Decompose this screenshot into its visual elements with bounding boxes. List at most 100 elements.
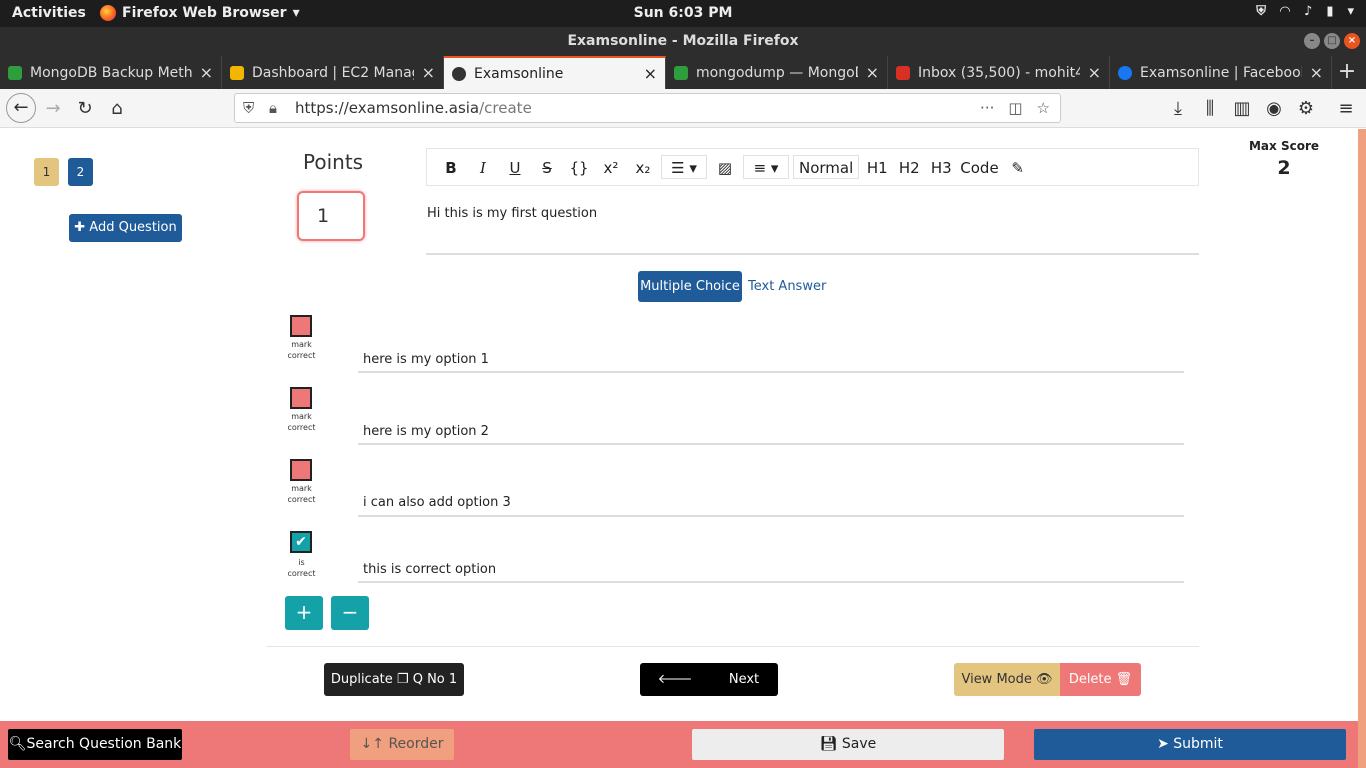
close-icon[interactable]: × [644,64,657,83]
back-label: Back [659,705,691,720]
tab-ec2-dashboard[interactable]: Dashboard | EC2 Management × [222,56,444,89]
search-question-bank-button[interactable]: 🔍︎Search Question Bank [8,729,182,760]
mark-correct-checkbox[interactable] [290,387,312,409]
close-icon[interactable]: × [866,63,879,82]
tab-label: MongoDB Backup Methods [30,64,192,81]
scrollbar[interactable] [1358,129,1366,768]
remove-option-button[interactable]: − [331,596,369,630]
max-score-label: Max Score [1248,139,1319,153]
tab-label: Examsonline | Facebook [1140,64,1302,81]
sidebar-icon[interactable]: ▥ [1229,96,1255,122]
plus-icon: + [295,600,313,624]
close-icon[interactable]: × [1344,33,1360,49]
lock-icon[interactable]: 🔒︎ [269,94,277,122]
bookmark-star-icon[interactable]: ☆ [1037,94,1050,122]
align-dropdown[interactable]: ≡ ▾ [743,155,789,179]
tracking-shield-icon[interactable]: ⛨ [243,94,254,122]
app-menu[interactable]: Firefox Web Browser ▾ [100,5,300,21]
maximize-icon[interactable]: □ [1324,33,1340,49]
option-text-input[interactable]: i can also add option 3 [363,495,511,510]
close-icon[interactable]: × [1310,63,1323,82]
close-icon[interactable]: × [1088,63,1101,82]
question-text-editor[interactable]: Hi this is my first question [427,206,597,221]
option-text-input[interactable]: here is my option 2 [363,424,489,439]
activities-button[interactable]: Activities [12,5,86,21]
url-text: https://examsonline.asia/create [295,94,532,122]
underline-icon[interactable]: U [501,155,529,179]
subscript-icon[interactable]: x₂ [629,155,657,179]
add-question-button[interactable]: ✚ Add Question [69,214,182,242]
italic-icon[interactable]: I [469,155,497,179]
list-dropdown[interactable]: ☰ ▾ [661,155,707,179]
mark-correct-checkbox[interactable] [290,459,312,481]
forward-arrow-icon[interactable]: → [40,96,66,122]
is-correct-label: is correct [287,558,316,578]
send-icon: ➤ [1157,736,1174,752]
url-host: https://examsonline.asia [295,99,480,117]
save-button[interactable]: 💾︎ Save [692,729,1004,760]
duplicate-button[interactable]: Duplicate ❐ Q No 1 [324,663,464,696]
back-button[interactable]: 🡐 Back [640,663,710,720]
new-tab-button[interactable]: + [1332,56,1362,89]
code-block-icon[interactable]: {} [565,155,593,179]
back-arrow-icon[interactable]: ← [6,93,36,123]
home-icon[interactable]: ⌂ [104,96,130,122]
submit-button[interactable]: ➤ Submit [1034,729,1346,760]
reload-icon[interactable]: ↻ [72,96,98,122]
question-1-button[interactable]: 1 [34,158,59,186]
url-bar[interactable]: ⛨ 🔒︎ https://examsonline.asia/create ···… [234,93,1061,123]
system-tray[interactable]: ⛨ ◠ ♪ ▮ ▾ [1256,4,1354,19]
pocket-icon[interactable]: ◫ [1008,94,1022,122]
question-number-label: Q No 1 [412,672,458,687]
strikethrough-icon[interactable]: S [533,155,561,179]
view-mode-button[interactable]: View Mode 👁︎ [954,663,1060,696]
menu-icon[interactable]: ≡ [1333,96,1359,122]
tab-mongodb-backup[interactable]: MongoDB Backup Methods × [0,56,222,89]
add-option-button[interactable]: + [285,596,323,630]
tab-facebook[interactable]: Examsonline | Facebook × [1110,56,1332,89]
url-actions: ··· ◫ ☆ [980,94,1050,122]
code-button[interactable]: Code [959,155,999,179]
view-mode-label: View Mode [961,672,1032,687]
library-icon[interactable]: ⫼ [1197,96,1223,122]
close-icon[interactable]: × [200,63,213,82]
image-icon[interactable]: ▨ [711,155,739,179]
download-icon[interactable]: ⤓ [1165,96,1191,122]
points-input[interactable]: 1 [297,191,365,241]
text-answer-button[interactable]: Text Answer [748,279,826,294]
color-picker-icon[interactable]: ✎ [1004,155,1032,179]
account-icon[interactable]: ◉ [1261,96,1287,122]
tab-mongodump[interactable]: mongodump — MongoDB × [666,56,888,89]
delete-button[interactable]: Delete 🗑︎ [1060,663,1141,696]
multiple-choice-button[interactable]: Multiple Choice [638,271,742,302]
more-icon[interactable]: ··· [980,94,994,122]
question-2-button[interactable]: 2 [68,158,93,186]
option-row: ✔ is correct this is correct option [285,531,1185,593]
h3-button[interactable]: H3 [927,155,955,179]
arrow-right-icon: 🡒 [726,705,762,720]
reorder-button[interactable]: ↓↑ Reorder [350,729,454,760]
option-text-input[interactable]: this is correct option [363,562,496,577]
tab-examsonline[interactable]: Examsonline × [444,56,666,89]
extension-icon[interactable]: ⚙ [1293,96,1319,122]
url-path: /create [479,99,532,117]
mark-correct-checkbox[interactable] [290,315,312,337]
option-text-input[interactable]: here is my option 1 [363,352,489,367]
plus-icon: ✚ [74,220,90,235]
wifi-icon: ◠ [1280,4,1291,19]
correct-checkbox[interactable]: ✔ [290,531,312,553]
tab-gmail-inbox[interactable]: Inbox (35,500) - mohit49 × [888,56,1110,89]
facebook-icon [1118,65,1132,80]
minimize-icon[interactable]: – [1304,33,1320,49]
reorder-arrows-icon: ↓↑ [360,736,389,752]
close-icon[interactable]: × [422,63,435,82]
mongodb-icon [674,65,688,80]
h2-button[interactable]: H2 [895,155,923,179]
bold-icon[interactable]: B [437,155,465,179]
next-button[interactable]: Next 🡒 [710,663,778,720]
normal-style-button[interactable]: Normal [793,155,860,179]
h1-button[interactable]: H1 [863,155,891,179]
option-row: mark correct here is my option 2 [285,387,1185,449]
superscript-icon[interactable]: x² [597,155,625,179]
aws-icon [230,65,244,80]
